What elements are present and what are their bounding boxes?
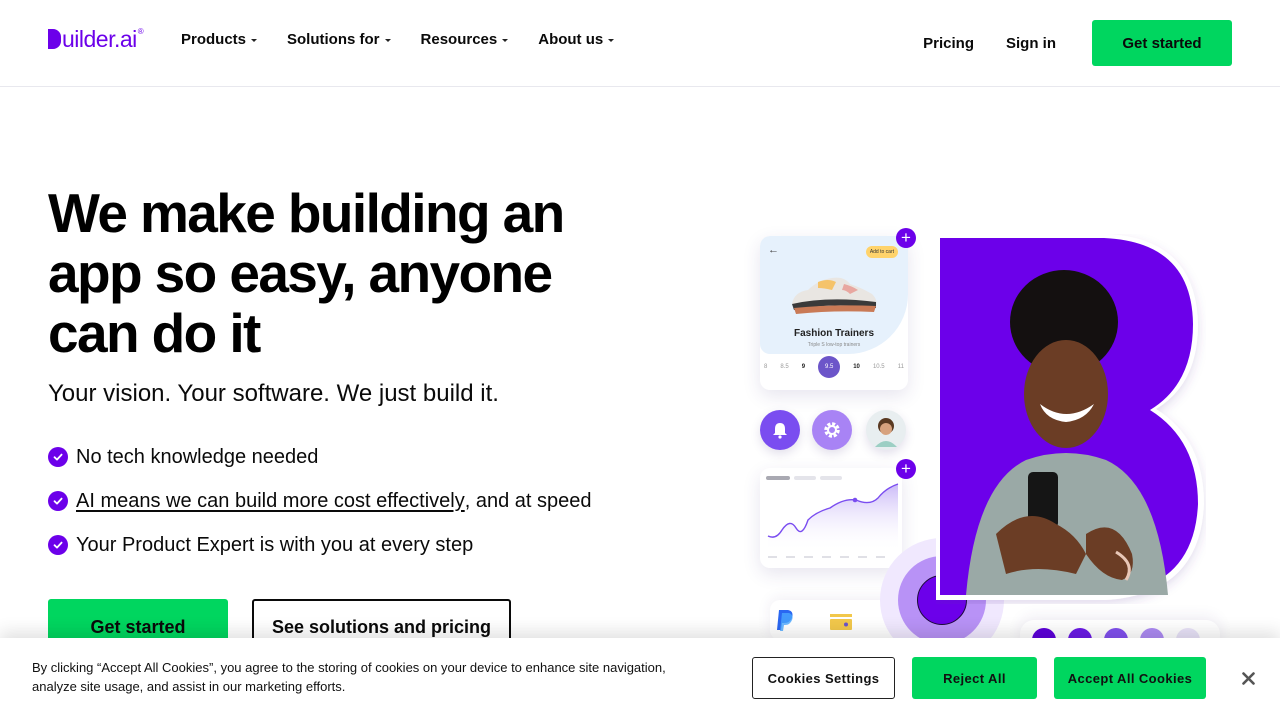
plus-icon: + xyxy=(896,228,916,248)
avatar xyxy=(866,410,906,450)
nav-solutions-label: Solutions for xyxy=(287,31,380,48)
paypal-icon xyxy=(777,610,793,631)
product-title: Fashion Trainers xyxy=(793,328,875,339)
size-option: 8 xyxy=(764,364,768,370)
builder-ai-logo[interactable]: uilder.ai ® xyxy=(48,26,144,52)
product-card-mockup: ← Add to cart Fashion Trainers Triple S … xyxy=(760,236,908,390)
size-selector: 8 8.5 9 9.5 10 10.5 11 xyxy=(764,356,904,378)
main-nav: Products Solutions for Resources About u… xyxy=(181,31,644,48)
area-chart-graphic xyxy=(766,476,899,558)
header-get-started-button[interactable]: Get started xyxy=(1092,20,1232,66)
nav-resources[interactable]: Resources xyxy=(421,31,509,48)
site-header: uilder.ai ® Products Solutions for Resou… xyxy=(0,0,1280,87)
cookie-consent-text: By clicking “Accept All Cookies”, you ag… xyxy=(32,660,666,694)
caret-down-icon xyxy=(502,39,509,42)
chart-card-mockup xyxy=(760,468,902,568)
logo-b-mark xyxy=(48,29,61,49)
benefit-text: No tech knowledge needed xyxy=(76,445,319,468)
check-circle-icon xyxy=(48,535,68,555)
reject-all-button[interactable]: Reject All xyxy=(912,657,1037,699)
size-option: 8.5 xyxy=(780,364,789,370)
benefit-list: No tech knowledge needed AI means we can… xyxy=(48,444,591,576)
logo-registered-mark: ® xyxy=(137,27,144,36)
size-option: 9 xyxy=(801,364,806,370)
hero-illustration: ← Add to cart Fashion Trainers Triple S … xyxy=(740,220,1240,662)
benefit-item: Your Product Expert is with you at every… xyxy=(48,532,591,558)
caret-down-icon xyxy=(251,39,258,42)
hero-subtitle: Your vision. Your software. We just buil… xyxy=(48,380,499,407)
add-to-cart-badge: Add to cart xyxy=(865,246,898,258)
gear-icon xyxy=(812,410,852,450)
check-circle-icon xyxy=(48,447,68,467)
sign-in-link[interactable]: Sign in xyxy=(1006,35,1056,52)
wallet-card-icon xyxy=(830,614,852,630)
accept-all-cookies-button[interactable]: Accept All Cookies xyxy=(1054,657,1206,699)
benefit-text: Your Product Expert is with you at every… xyxy=(76,533,474,556)
plus-icon: + xyxy=(896,459,916,479)
nav-about-us[interactable]: About us xyxy=(538,31,615,48)
header-actions: Pricing Sign in Get started xyxy=(923,20,1232,66)
ai-cost-link[interactable]: AI means we can build more cost effectiv… xyxy=(76,490,465,513)
hero-title: We make building an app so easy, anyone … xyxy=(48,182,565,364)
caret-down-icon xyxy=(608,39,615,42)
cookies-settings-button[interactable]: Cookies Settings xyxy=(752,657,895,699)
caret-down-icon xyxy=(384,39,391,42)
sneaker-image xyxy=(792,277,877,314)
logo-text: uilder.ai xyxy=(62,26,137,52)
size-option: 11 xyxy=(897,364,904,370)
size-option-selected: 9.5 xyxy=(818,356,841,378)
nav-products-label: Products xyxy=(181,31,247,48)
b-brand-shape-with-photo xyxy=(936,234,1204,600)
benefit-item: No tech knowledge needed xyxy=(48,444,591,470)
close-icon[interactable] xyxy=(1236,666,1260,690)
bell-icon xyxy=(760,410,800,450)
nav-products[interactable]: Products xyxy=(181,31,258,48)
product-subtitle: Triple S low-top trainers xyxy=(807,342,861,348)
cookie-banner: By clicking “Accept All Cookies”, you ag… xyxy=(0,638,1280,720)
check-circle-icon xyxy=(48,491,68,511)
size-option: 10.5 xyxy=(872,364,885,370)
pricing-link[interactable]: Pricing xyxy=(923,35,974,52)
nav-resources-label: Resources xyxy=(420,31,498,48)
back-arrow-icon: ← xyxy=(768,244,779,256)
nav-about-label: About us xyxy=(538,31,604,48)
nav-solutions-for[interactable]: Solutions for xyxy=(287,31,391,48)
size-option: 10 xyxy=(853,364,860,370)
benefit-item: AI means we can build more cost effectiv… xyxy=(48,488,591,514)
benefit-text: , and at speed xyxy=(464,489,592,512)
